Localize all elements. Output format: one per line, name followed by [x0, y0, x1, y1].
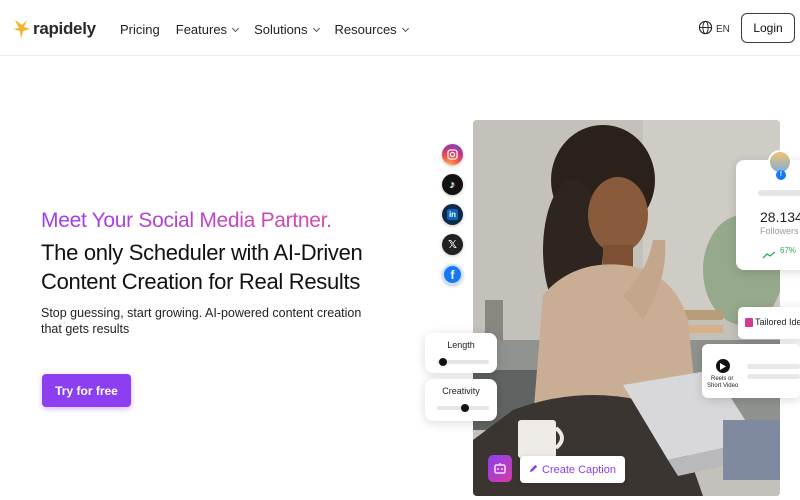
linkedin-icon[interactable]: in [442, 204, 463, 225]
brand-logo[interactable]: rapidely [12, 16, 96, 42]
nav-item-pricing[interactable]: Pricing [120, 22, 160, 37]
create-caption-label: Create Caption [542, 463, 616, 476]
followers-card: f 28.134 Followers 67% [736, 150, 800, 270]
tailored-ideas-card: Tailored Ide [738, 307, 800, 339]
nav-item-label: Solutions [254, 22, 308, 37]
facebook-badge-icon: f [776, 170, 786, 180]
creativity-slider-card: Creativity [425, 379, 497, 421]
hero-photo [473, 120, 780, 496]
length-slider[interactable] [437, 358, 489, 366]
ai-caption-icon[interactable] [488, 455, 512, 482]
length-slider-card: Length [425, 333, 497, 373]
reels-label-line1: Reels or [711, 376, 734, 382]
language-selector[interactable]: EN [698, 20, 730, 38]
length-label: Length [447, 340, 475, 350]
hero-subtext: Stop guessing, start growing. AI-powered… [41, 306, 362, 336]
creativity-slider[interactable] [437, 404, 489, 412]
chevron-down-icon [232, 24, 240, 32]
length-slider-knob[interactable] [439, 358, 448, 366]
globe-icon [698, 20, 716, 38]
reels-label-line2: Short Video [707, 383, 739, 389]
tailored-ideas-label: Tailored Ide [755, 317, 800, 327]
brand-name: rapidely [33, 19, 96, 38]
create-caption-button[interactable]: Create Caption [520, 456, 625, 483]
login-button[interactable]: Login [741, 13, 795, 43]
x-icon[interactable]: 𝕏 [442, 234, 463, 255]
creativity-slider-knob[interactable] [461, 404, 470, 412]
chevron-down-icon [401, 24, 409, 32]
trend-up-icon [762, 246, 776, 264]
chevron-down-icon [312, 24, 320, 32]
growth-percentage: 67% [780, 246, 797, 255]
star-logo-icon [12, 18, 32, 40]
followers-count: 28.134 [760, 209, 800, 225]
instagram-icon[interactable] [442, 144, 463, 165]
nav-item-resources[interactable]: Resources [334, 22, 409, 37]
try-for-free-button[interactable]: Try for free [42, 374, 131, 407]
placeholder-bar [758, 190, 800, 196]
facebook-icon[interactable]: f [442, 264, 463, 285]
pencil-icon [529, 464, 538, 476]
reels-video-card: Reels or Short Video [702, 344, 800, 398]
nav-menu: Pricing Features Solutions Resources [120, 22, 424, 37]
nav-item-solutions[interactable]: Solutions [254, 22, 320, 37]
hero-tagline: Meet Your Social Media Partner. [41, 209, 332, 232]
nav-item-features[interactable]: Features [175, 22, 240, 37]
tiktok-icon[interactable]: ♪ [442, 174, 463, 195]
nav-item-label: Resources [334, 22, 397, 37]
hero-headline: The only Scheduler with AI-Driven Conten… [41, 240, 363, 294]
placeholder-bar [747, 374, 800, 379]
play-icon [716, 359, 730, 373]
nav-item-label: Features [175, 22, 228, 37]
top-navigation: rapidely Pricing Features Solutions Reso… [0, 0, 800, 56]
creativity-label: Creativity [442, 386, 480, 396]
nav-item-label: Pricing [120, 22, 160, 37]
language-code: EN [716, 23, 730, 35]
calendar-icon [745, 318, 753, 327]
placeholder-bar [747, 364, 800, 369]
followers-label: Followers [760, 226, 799, 236]
